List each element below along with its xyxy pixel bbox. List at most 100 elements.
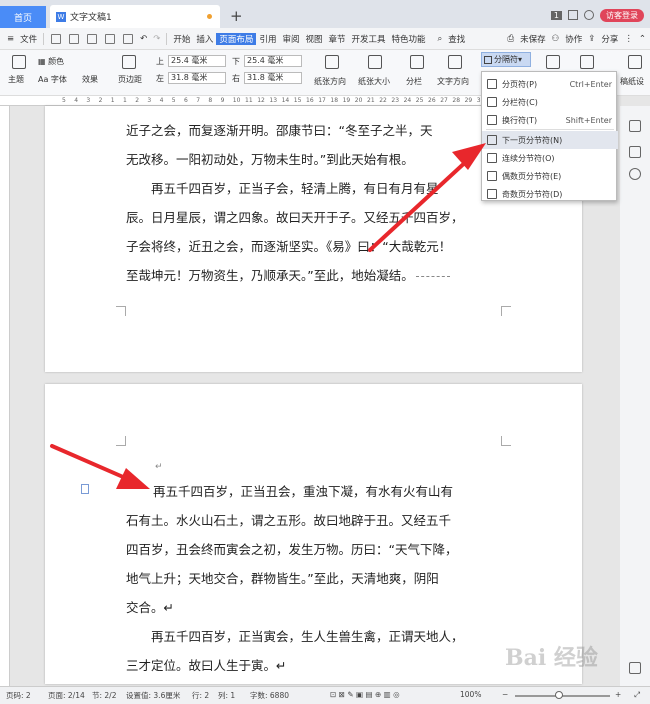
new-tab-button[interactable]: + xyxy=(230,7,243,25)
columns-button[interactable]: 分栏 xyxy=(406,76,422,87)
bottom-margin-input[interactable]: 25.4 毫米 xyxy=(244,55,302,67)
menu-tab-references[interactable]: 引用 xyxy=(256,33,279,45)
divider xyxy=(486,129,614,130)
theme-button[interactable]: 主题 xyxy=(8,74,24,85)
right-margin-input[interactable]: 31.8 毫米 xyxy=(244,72,302,84)
separator-menu-item[interactable]: 偶数页分节符(E) xyxy=(482,167,618,185)
separator-menu-item[interactable]: 奇数页分节符(D) xyxy=(482,185,618,203)
column-indicator[interactable]: 列: 1 xyxy=(218,690,235,701)
word-count[interactable]: 字数: 6880 xyxy=(250,690,289,701)
page2-text[interactable]: 再五千四百岁，正当丑会，重浊下凝，有水有火有山有 石有土。水火山石土，谓之五形。… xyxy=(126,477,533,680)
menu-icon[interactable]: ≡ xyxy=(4,34,17,44)
theme-icon[interactable] xyxy=(12,55,26,69)
paper-size-button[interactable]: 纸张大小 xyxy=(358,76,390,87)
menu-tab-home[interactable]: 开始 xyxy=(170,33,193,45)
vertical-ruler[interactable] xyxy=(0,106,10,686)
margin-corner xyxy=(116,436,126,446)
menu-tab-view[interactable]: 视图 xyxy=(302,33,325,45)
effects-button[interactable]: 效果 xyxy=(82,74,98,85)
redo-icon[interactable]: ↷ xyxy=(150,34,163,44)
settings-icon[interactable] xyxy=(629,146,641,158)
left-margin-input[interactable]: 31.8 毫米 xyxy=(168,72,226,84)
separator-menu-item[interactable]: 分栏符(C) xyxy=(482,93,618,111)
view-mode-icons[interactable]: ⊡ ⊠ ✎ ▣ ▤ ⊕ ▥ ◎ xyxy=(330,690,400,699)
window-count-badge[interactable]: 1 xyxy=(550,10,562,20)
menu-tab-developer[interactable]: 开发工具 xyxy=(349,33,389,45)
paper-settings-button[interactable]: 稿纸设 xyxy=(620,76,644,87)
font-button[interactable]: Aa 字体 xyxy=(38,74,67,85)
page-number[interactable]: 页码: 2 xyxy=(6,690,31,701)
collab-icon[interactable]: ⚇ xyxy=(549,34,563,44)
section-indicator[interactable]: 节: 2/2 xyxy=(92,690,116,701)
text-line: 交合。↵ xyxy=(126,600,174,615)
zoom-slider-knob[interactable] xyxy=(555,691,563,699)
share-button[interactable]: 分享 xyxy=(598,33,621,45)
search-icon[interactable]: ⌕ xyxy=(435,34,446,44)
page1-text[interactable]: 近子之会，而复逐渐开明。邵康节曰：“冬至子之半，天 无改移。一阳初动处，万物未生… xyxy=(126,116,506,290)
menu-tab-insert[interactable]: 插入 xyxy=(193,33,216,45)
separator-button[interactable]: 分隔符 ▾ xyxy=(481,52,531,67)
text-line: 再五千四百岁，正当寅会，生人生兽生禽，正谓天地人， xyxy=(126,629,464,644)
divider xyxy=(166,32,168,45)
paragraph-options-icon[interactable] xyxy=(81,484,89,494)
text-direction-icon[interactable] xyxy=(448,55,462,69)
document-tab[interactable]: W 文字文稿1 xyxy=(50,5,220,28)
search-button[interactable]: 查找 xyxy=(445,33,468,45)
document-page-2[interactable]: ↵ 再五千四百岁，正当丑会，重浊下凝，有水有火有山有 石有土。水火山石土，谓之五… xyxy=(45,384,582,684)
fit-window-icon[interactable]: ⤢ xyxy=(634,690,640,700)
color-button[interactable]: ▦ 颜色 xyxy=(38,56,64,67)
margins-icon[interactable] xyxy=(122,55,136,69)
print-preview-icon[interactable] xyxy=(105,33,116,44)
menu-tab-special[interactable]: 特色功能 xyxy=(389,33,429,45)
line-number-icon[interactable] xyxy=(546,55,560,69)
ruler-tick: 5 xyxy=(171,97,176,104)
page-count[interactable]: 页面: 2/14 xyxy=(48,690,85,701)
left-margin-label: 左 xyxy=(156,74,164,83)
row-indicator[interactable]: 行: 2 xyxy=(192,690,209,701)
columns-icon[interactable] xyxy=(410,55,424,69)
home-tab[interactable]: 首页 xyxy=(0,6,46,28)
zoom-in-button[interactable]: + xyxy=(615,690,621,699)
print-icon[interactable] xyxy=(87,33,98,44)
break-type-icon xyxy=(487,135,497,145)
layout-icon[interactable] xyxy=(568,10,578,20)
setting-value[interactable]: 设置值: 3.6厘米 xyxy=(126,690,180,701)
export-pdf-icon[interactable] xyxy=(69,33,80,44)
save-icon[interactable] xyxy=(51,33,62,44)
separator-menu-item[interactable]: 分页符(P) Ctrl+Enter xyxy=(482,75,618,93)
visitor-login-button[interactable]: 访客登录 xyxy=(600,8,644,22)
paper-settings-icon[interactable] xyxy=(628,55,642,69)
zoom-out-button[interactable]: − xyxy=(502,690,508,699)
zoom-level[interactable]: 100% xyxy=(460,690,481,699)
orientation-icon[interactable] xyxy=(325,55,339,69)
skin-icon[interactable] xyxy=(584,10,594,20)
separator-menu-label: 分栏符(C) xyxy=(502,97,538,107)
separator-menu-item[interactable]: 连续分节符(O) xyxy=(482,149,618,167)
page-border-icon[interactable] xyxy=(580,55,594,69)
menu-bar: ≡ 文件 ↶ ↷ 开始 插入 页面布局 引用 审阅 视图 章节 开发工具 特色功… xyxy=(0,28,650,50)
undo-icon[interactable]: ↶ xyxy=(137,34,150,44)
menu-tab-page-layout[interactable]: 页面布局 xyxy=(216,32,257,45)
unsaved-status[interactable]: 未保存 xyxy=(517,33,549,45)
top-margin-input[interactable]: 25.4 毫米 xyxy=(168,55,226,67)
color-label: 颜色 xyxy=(48,57,65,66)
format-painter-icon[interactable] xyxy=(123,33,134,44)
menu-tab-review[interactable]: 审阅 xyxy=(279,33,302,45)
separator-menu-item[interactable]: 换行符(T) Shift+Enter xyxy=(482,111,618,129)
file-menu[interactable]: 文件 xyxy=(17,33,40,45)
help-icon[interactable] xyxy=(629,168,641,180)
orientation-button[interactable]: 纸张方向 xyxy=(314,76,346,87)
zoom-slider[interactable] xyxy=(515,691,610,699)
margins-button[interactable]: 页边距 xyxy=(118,74,142,85)
collab-button[interactable]: 协作 xyxy=(562,33,585,45)
text-direction-button[interactable]: 文字方向 xyxy=(437,76,469,87)
edit-icon[interactable] xyxy=(629,120,641,132)
menu-tab-section[interactable]: 章节 xyxy=(325,33,348,45)
collapse-ribbon-icon[interactable]: ⌃ xyxy=(636,34,649,44)
ruler-tick: 9 xyxy=(220,97,225,104)
paper-size-icon[interactable] xyxy=(368,55,382,69)
apps-icon[interactable] xyxy=(629,662,641,674)
more-icon[interactable]: ⋮ xyxy=(621,34,636,44)
share-icon[interactable]: ⇪ xyxy=(585,34,598,44)
separator-menu-item[interactable]: 下一页分节符(N) xyxy=(482,131,618,149)
